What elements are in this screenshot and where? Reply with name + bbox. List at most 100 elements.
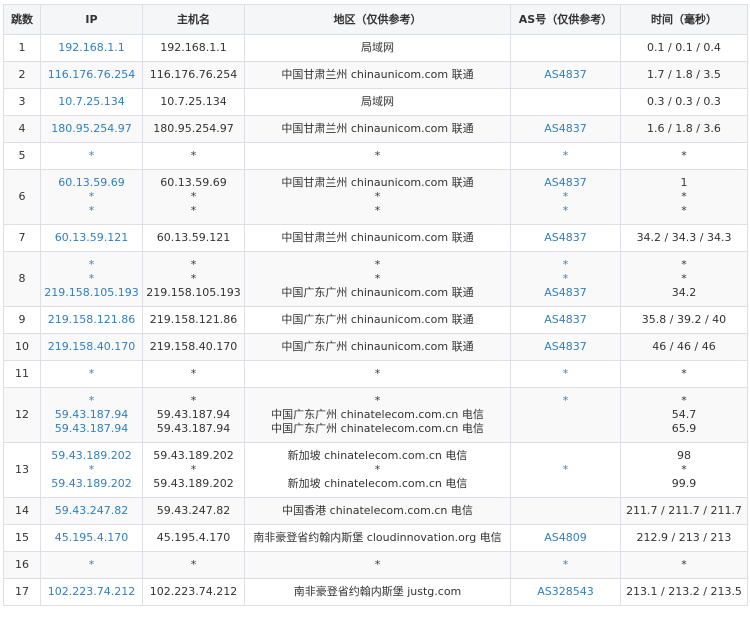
hostname-cell-line: * xyxy=(190,272,197,285)
ip-cell: * * 219.158.105.193 xyxy=(40,251,143,307)
ip-cell-line[interactable]: 59.43.189.202 xyxy=(43,449,140,463)
time-cell-line: * xyxy=(681,394,687,407)
hostname-cell: 45.195.4.170 xyxy=(142,524,245,552)
ip-cell-line[interactable]: 59.43.247.82 xyxy=(43,504,140,518)
hostname-cell-line: * xyxy=(190,204,197,217)
table-row: 13 59.43.189.202 * 59.43.189.202 59.43.189.2… xyxy=(3,442,748,498)
ip-cell-line[interactable]: 102.223.74.212 xyxy=(43,585,140,599)
ip-cell-line[interactable]: 60.13.59.69 xyxy=(43,176,140,190)
time-cell-line: * xyxy=(681,258,687,271)
as-cell-line: * xyxy=(562,190,569,203)
time-cell: * 54.7 65.9 xyxy=(620,387,748,443)
region-cell: * 中国广东广州 chinatelecom.com.cn 电信 中国广东广州 chi… xyxy=(244,387,511,443)
time-cell-line: 98 xyxy=(677,449,691,462)
hostname-cell: * xyxy=(142,360,245,388)
as-cell-line[interactable]: AS4809 xyxy=(513,531,618,545)
table-row: 8 * * 219.158.105.193 * * 219.158.105.193 * * 中国广… xyxy=(3,251,748,307)
ip-cell-line[interactable]: 59.43.187.94 xyxy=(43,408,140,422)
ip-cell-line[interactable]: 219.158.121.86 xyxy=(43,313,140,327)
as-cell-line[interactable]: AS328543 xyxy=(513,585,618,599)
ip-cell: 180.95.254.97 xyxy=(40,115,143,143)
region-cell: * xyxy=(244,142,511,170)
hostname-cell: 102.223.74.212 xyxy=(142,578,245,606)
ip-cell-line: * xyxy=(88,394,95,407)
as-cell: AS4837 xyxy=(510,224,621,252)
ip-cell-line: * xyxy=(88,190,95,203)
region-cell-line: 中国甘肃兰州 chinaunicom.com 联通 xyxy=(281,231,474,244)
table-row: 7 60.13.59.121 60.13.59.121 中国甘肃兰州 chinauni… xyxy=(3,224,748,252)
ip-cell-line[interactable]: 59.43.189.202 xyxy=(43,477,140,491)
time-cell-line: 0.1 / 0.1 / 0.4 xyxy=(647,41,721,54)
ip-cell: 59.43.189.202 * 59.43.189.202 xyxy=(40,442,143,498)
as-cell-line[interactable]: AS4837 xyxy=(513,176,618,190)
hop-cell: 3 xyxy=(3,88,41,116)
table-row: 3 10.7.25.134 10.7.25.134 局域网 0.3 / 0.3 / 0… xyxy=(3,88,748,116)
as-cell-line[interactable]: AS4837 xyxy=(513,231,618,245)
table-row: 10 219.158.40.170 219.158.40.170 中国广东广州 chi… xyxy=(3,333,748,361)
header-hop: 跳数 xyxy=(3,4,41,35)
time-cell-line: 99.9 xyxy=(671,477,697,490)
ip-cell-line: * xyxy=(88,258,95,271)
time-cell-line: * xyxy=(681,558,687,571)
hostname-cell-line: 10.7.25.134 xyxy=(160,95,227,108)
as-cell-line: * xyxy=(562,394,569,407)
as-cell: * xyxy=(510,360,621,388)
time-cell-line: 34.2 xyxy=(671,286,697,299)
hop-cell: 12 xyxy=(3,387,41,443)
ip-cell: 116.176.76.254 xyxy=(40,61,143,89)
ip-cell-line[interactable]: 10.7.25.134 xyxy=(43,95,140,109)
as-cell-line[interactable]: AS4837 xyxy=(513,122,618,136)
ip-cell-line[interactable]: 219.158.105.193 xyxy=(43,286,140,300)
ip-cell-line[interactable]: 59.43.187.94 xyxy=(43,422,140,436)
ip-cell-line: * xyxy=(88,149,95,162)
as-cell: AS4837 xyxy=(510,333,621,361)
region-cell-line: * xyxy=(374,558,381,571)
ip-cell-line[interactable]: 116.176.76.254 xyxy=(43,68,140,82)
ip-cell-line[interactable]: 45.195.4.170 xyxy=(43,531,140,545)
time-cell: 211.7 / 211.7 / 211.7 xyxy=(620,497,748,525)
as-cell-line[interactable]: AS4837 xyxy=(513,68,618,82)
time-cell: * xyxy=(620,142,748,170)
hostname-cell-line: 60.13.59.69 xyxy=(160,176,227,189)
hostname-cell-line: 102.223.74.212 xyxy=(149,585,238,598)
table-row: 9 219.158.121.86 219.158.121.86 中国广东广州 chin… xyxy=(3,306,748,334)
hop-cell: 16 xyxy=(3,551,41,579)
time-cell: 0.1 / 0.1 / 0.4 xyxy=(620,34,748,62)
ip-cell-line[interactable]: 60.13.59.121 xyxy=(43,231,140,245)
time-cell-line: 211.7 / 211.7 / 211.7 xyxy=(626,504,742,517)
region-cell-line: 南非豪登省约翰内斯堡 justg.com xyxy=(293,585,462,598)
time-cell-line: 0.3 / 0.3 / 0.3 xyxy=(647,95,721,108)
as-cell-line xyxy=(513,95,618,109)
region-cell-line: * xyxy=(374,204,381,217)
time-cell-line: 54.7 xyxy=(671,408,697,421)
hostname-cell-line: * xyxy=(190,258,197,271)
as-cell-line: * xyxy=(562,149,569,162)
time-cell: 213.1 / 213.2 / 213.5 xyxy=(620,578,748,606)
table-row: 5 * * * * * xyxy=(3,142,748,170)
ip-cell-line[interactable]: 192.168.1.1 xyxy=(43,41,140,55)
hostname-cell: * xyxy=(142,142,245,170)
table-header-row: 跳数 IP 主机名 地区（仅供参考） AS号（仅供参考） 时间（毫秒） xyxy=(3,4,748,35)
table-row: 15 45.195.4.170 45.195.4.170 南非豪登省约翰内斯堡 clo… xyxy=(3,524,748,552)
ip-cell-line[interactable]: 180.95.254.97 xyxy=(43,122,140,136)
region-cell: 中国甘肃兰州 chinaunicom.com 联通 xyxy=(244,224,511,252)
ip-cell-line[interactable]: 219.158.40.170 xyxy=(43,340,140,354)
as-cell-line[interactable]: AS4837 xyxy=(513,340,618,354)
time-cell: * xyxy=(620,551,748,579)
ip-cell: * xyxy=(40,142,143,170)
region-cell-line: 局域网 xyxy=(361,95,394,108)
time-cell-line: 46 / 46 / 46 xyxy=(652,340,716,353)
hop-cell: 14 xyxy=(3,497,41,525)
time-cell-line: * xyxy=(681,463,687,476)
as-cell: AS4837 xyxy=(510,306,621,334)
region-cell: 中国广东广州 chinaunicom.com 联通 xyxy=(244,306,511,334)
ip-cell: 10.7.25.134 xyxy=(40,88,143,116)
hop-cell: 15 xyxy=(3,524,41,552)
time-cell: 46 / 46 / 46 xyxy=(620,333,748,361)
hostname-cell: * xyxy=(142,551,245,579)
as-cell-line[interactable]: AS4837 xyxy=(513,286,618,300)
as-cell-line[interactable]: AS4837 xyxy=(513,313,618,327)
time-cell-line: 34.2 / 34.3 / 34.3 xyxy=(636,231,732,244)
as-cell: * xyxy=(510,387,621,443)
time-cell-line: 213.1 / 213.2 / 213.5 xyxy=(626,585,742,598)
